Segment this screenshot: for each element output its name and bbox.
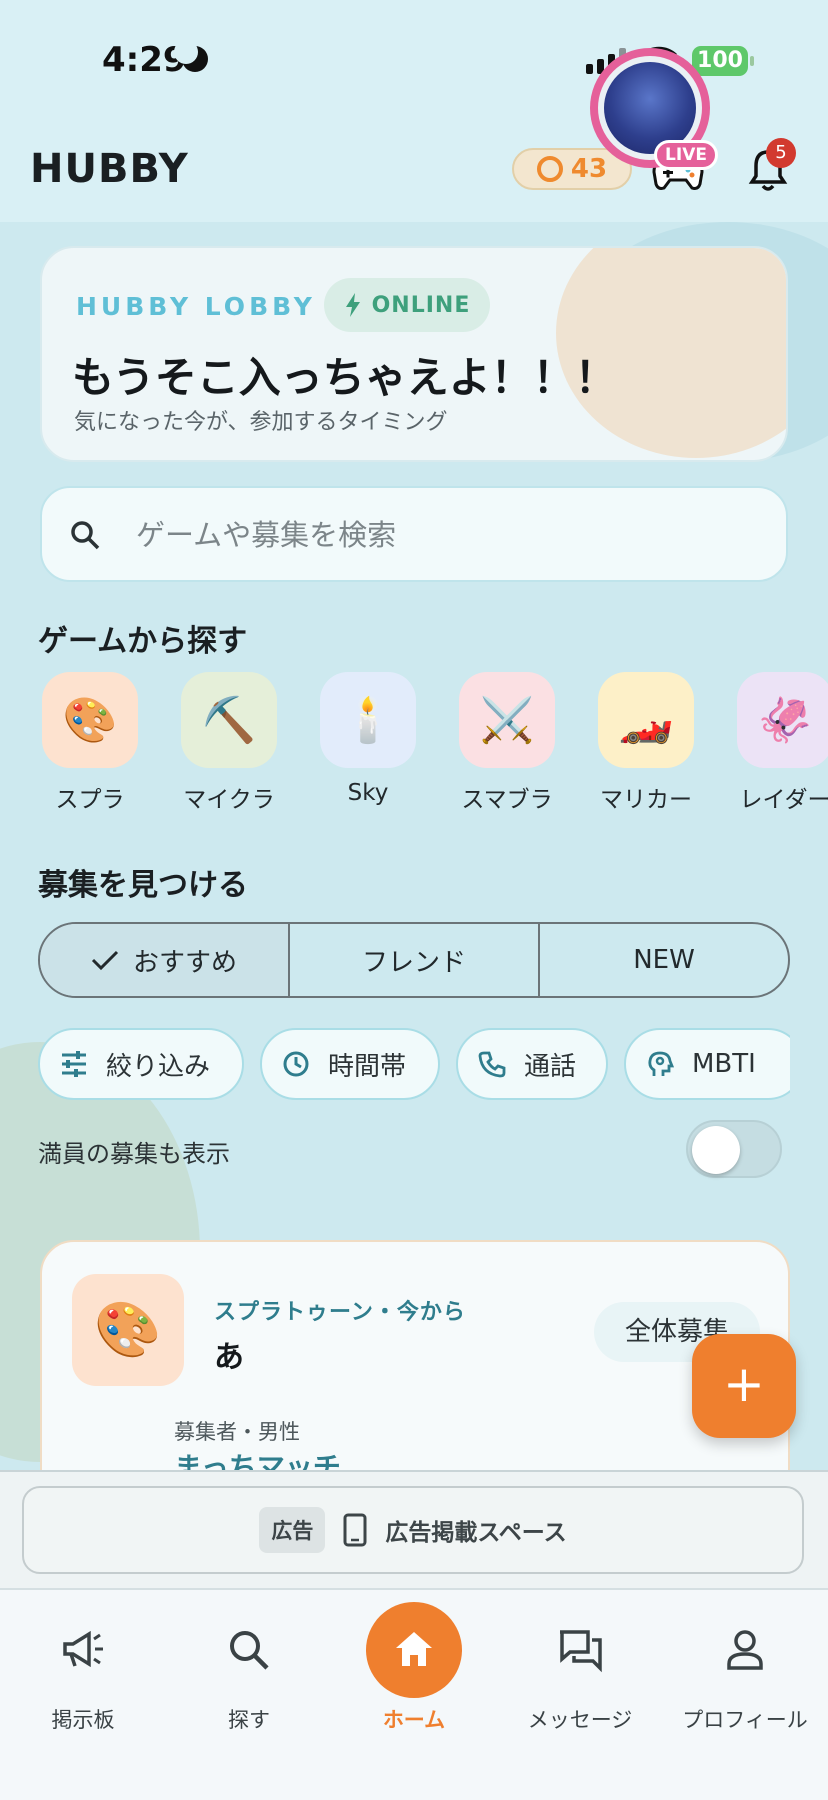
nav-item-messages[interactable]: メッセージ bbox=[497, 1590, 663, 1750]
megaphone-icon bbox=[63, 1630, 103, 1668]
game-item-smash[interactable]: ⚔️ スマブラ bbox=[447, 672, 567, 812]
chip-label: MBTI bbox=[692, 1049, 756, 1079]
race-car-icon: 🏎️ bbox=[598, 672, 694, 768]
show-full-toggle[interactable] bbox=[686, 1120, 782, 1178]
chip-label: 通話 bbox=[524, 1051, 577, 1082]
sliders-icon bbox=[62, 1051, 86, 1077]
game-item-sky[interactable]: 🕯️ Sky bbox=[308, 672, 428, 806]
ad-banner[interactable]: 広告 広告掲載スペース bbox=[22, 1486, 804, 1574]
tab-label: おすすめ bbox=[132, 947, 237, 978]
nav-item-board[interactable]: 掲示板 bbox=[0, 1590, 166, 1750]
status-time: 4:29 bbox=[102, 40, 187, 80]
squid-icon: 🦑 bbox=[737, 672, 828, 768]
filter-chips: 絞り込み 時間帯 通話 MBTI bbox=[38, 1028, 790, 1100]
user-icon bbox=[727, 1630, 763, 1670]
toggle-knob bbox=[692, 1126, 740, 1174]
tab-new[interactable]: NEW bbox=[540, 924, 788, 996]
search-bar[interactable] bbox=[40, 486, 788, 582]
app-title: HUBBY bbox=[30, 146, 189, 192]
filter-chip-mbti[interactable]: MBTI bbox=[624, 1028, 790, 1100]
games-section-title: ゲームから探す bbox=[38, 624, 248, 659]
game-item-mariokart[interactable]: 🏎️ マリカー bbox=[586, 672, 706, 812]
lobby-card[interactable]: HUBBY LOBBY ONLINE もうそこ入っちゃえよ！！！ 気になった今が… bbox=[40, 246, 788, 462]
filter-chip-time[interactable]: 時間帯 bbox=[260, 1028, 440, 1100]
phone-icon bbox=[478, 1051, 506, 1078]
nav-item-profile[interactable]: プロフィール bbox=[662, 1590, 828, 1750]
bottom-nav: 掲示板 探す ホーム メッセージ プロフィール bbox=[0, 1588, 828, 1800]
show-full-label: 満員の募集も表示 bbox=[38, 1140, 230, 1168]
game-item-minecraft[interactable]: ⛏️ マイクラ bbox=[169, 672, 289, 812]
game-label: スプラ bbox=[55, 787, 125, 812]
brain-head-icon bbox=[648, 1051, 674, 1076]
notification-badge: 5 bbox=[766, 138, 796, 168]
search-icon bbox=[71, 521, 100, 550]
ad-badge: 広告 bbox=[259, 1507, 326, 1553]
game-label: レイダー bbox=[739, 787, 828, 812]
nav-label: 掲示板 bbox=[51, 1708, 115, 1732]
ad-area: 広告 広告掲載スペース bbox=[0, 1470, 828, 1588]
search-icon bbox=[230, 1631, 269, 1670]
game-label: マリカー bbox=[600, 787, 692, 812]
lobby-label: HUBBY LOBBY bbox=[76, 292, 316, 321]
tab-friends[interactable]: フレンド bbox=[290, 924, 540, 996]
nav-label: プロフィール bbox=[682, 1708, 808, 1732]
game-item-raider[interactable]: 🦑 レイダー bbox=[725, 672, 828, 812]
game-label: マイクラ bbox=[183, 787, 275, 812]
clock-icon bbox=[283, 1051, 309, 1077]
candle-icon: 🕯️ bbox=[320, 672, 416, 768]
pickaxe-icon: ⛏️ bbox=[181, 672, 277, 768]
recruit-tabs: おすすめ フレンド NEW bbox=[38, 922, 790, 998]
post-title: あ bbox=[214, 1340, 244, 1375]
online-status-badge: ONLINE bbox=[324, 278, 490, 332]
game-label: スマブラ bbox=[461, 787, 553, 812]
chip-label: 絞り込み bbox=[106, 1051, 211, 1082]
post-meta: スプラトゥーン・今から bbox=[214, 1300, 466, 1325]
palette-icon: 🎨 bbox=[72, 1274, 184, 1386]
game-label: Sky bbox=[347, 780, 389, 806]
lobby-subtitle: 気になった今が、参加するタイミング bbox=[74, 410, 448, 435]
smartphone-icon bbox=[343, 1513, 367, 1547]
tab-recommended[interactable]: おすすめ bbox=[40, 924, 290, 996]
game-item-splatoon[interactable]: 🎨 スプラ bbox=[40, 672, 150, 812]
post-host-label: 募集者・男性 bbox=[174, 1420, 300, 1444]
live-badge: LIVE bbox=[654, 140, 718, 170]
nav-item-home[interactable]: ホーム bbox=[331, 1590, 497, 1750]
ad-text: 広告掲載スペース bbox=[385, 1520, 567, 1546]
nav-item-search[interactable]: 探す bbox=[166, 1590, 332, 1750]
tab-label: フレンド bbox=[361, 947, 466, 978]
chip-label: 時間帯 bbox=[328, 1051, 407, 1082]
game-list: 🎨 スプラ ⛏️ マイクラ 🕯️ Sky ⚔️ スマブラ 🏎️ マリカー 🦑 レ… bbox=[40, 672, 828, 812]
search-input[interactable] bbox=[136, 506, 756, 564]
tab-label: NEW bbox=[633, 945, 695, 975]
lobby-headline: もうそこ入っちゃえよ！！！ bbox=[72, 353, 617, 402]
filter-chip-voice[interactable]: 通話 bbox=[456, 1028, 608, 1100]
nav-label: メッセージ bbox=[527, 1708, 633, 1732]
nav-label: ホーム bbox=[382, 1708, 446, 1732]
moon-icon bbox=[174, 40, 208, 72]
online-status-text: ONLINE bbox=[371, 292, 471, 318]
check-icon bbox=[91, 950, 119, 971]
recruit-section-title: 募集を見つける bbox=[38, 868, 248, 903]
create-post-button[interactable]: + bbox=[692, 1334, 796, 1438]
battery-indicator: 100 bbox=[692, 46, 754, 76]
coin-icon bbox=[536, 156, 563, 182]
coin-count: 43 bbox=[570, 154, 608, 184]
palette-icon: 🎨 bbox=[42, 672, 138, 768]
crossed-swords-icon: ⚔️ bbox=[459, 672, 555, 768]
filter-chip-refine[interactable]: 絞り込み bbox=[38, 1028, 244, 1100]
chat-icon bbox=[560, 1630, 602, 1673]
lightning-icon bbox=[345, 293, 360, 317]
nav-label: 探す bbox=[228, 1708, 270, 1732]
